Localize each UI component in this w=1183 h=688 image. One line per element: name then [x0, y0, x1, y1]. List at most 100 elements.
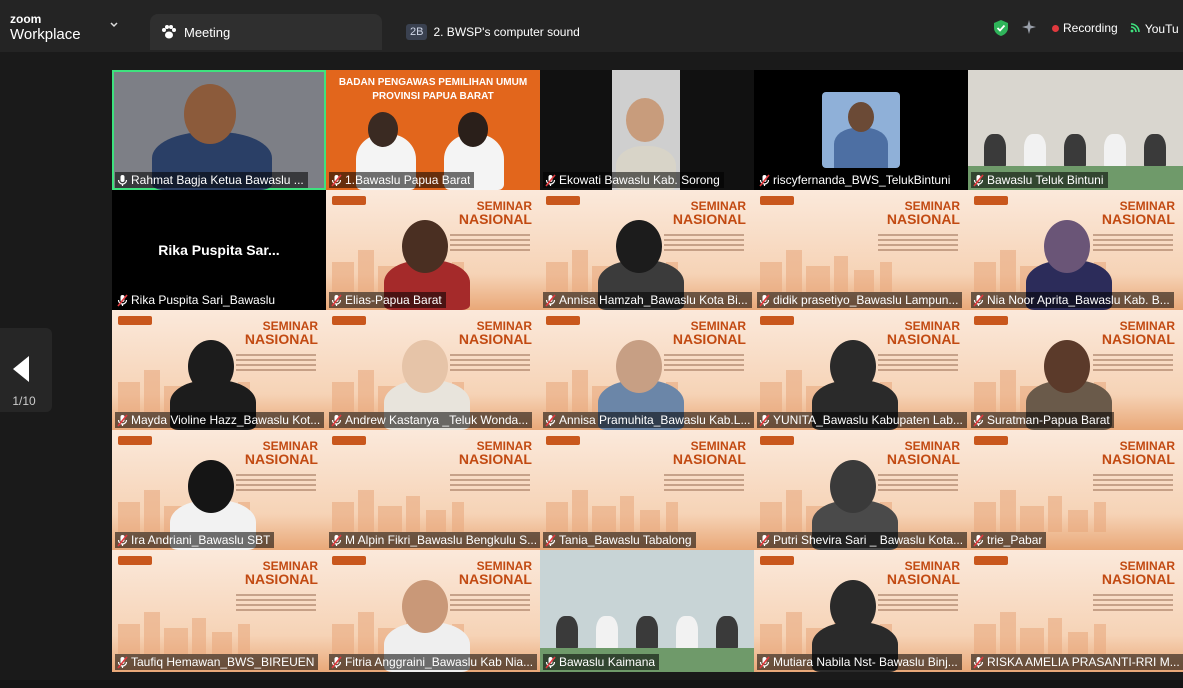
- bawaslu-logo: [546, 316, 580, 325]
- participant-name: Annisa Hamzah_Bawaslu Kota Bi...: [559, 293, 748, 307]
- seminar-title: SEMINAR NASIONAL: [673, 320, 746, 346]
- participant-tile[interactable]: riscyfernanda_BWS_TelukBintuni: [754, 70, 968, 190]
- participant-tile[interactable]: SEMINAR NASIONAL Annisa Pramuhita_Bawaslu …: [540, 310, 754, 430]
- participant-name-label: Nia Noor Aprita_Bawaslu Kab. B...: [971, 292, 1174, 308]
- participant-name-label: YUNITA_Bawaslu Kabupaten Lab...: [757, 412, 967, 428]
- participant-tile[interactable]: SEMINAR NASIONAL YUNITA_Bawaslu Kabupaten …: [754, 310, 968, 430]
- previous-page-button[interactable]: 1/10: [0, 328, 52, 412]
- participant-head: [830, 460, 876, 513]
- seminar-subtitle-lines: [878, 594, 958, 614]
- room-person: [636, 616, 658, 650]
- participant-name: Putri Shevira Sari _ Bawaslu Kota...: [773, 533, 964, 547]
- participant-tile[interactable]: BADAN PENGAWAS PEMILIHAN UMUM PROVINSI P…: [326, 70, 540, 190]
- bawaslu-logo: [974, 556, 1008, 565]
- seminar-title: SEMINAR NASIONAL: [887, 200, 960, 226]
- participant-tile[interactable]: SEMINAR NASIONAL Suratman-Papua Barat: [968, 310, 1183, 430]
- participant-name: Tania_Bawaslu Tabalong: [559, 533, 692, 547]
- chevron-down-icon[interactable]: [110, 21, 118, 29]
- seminar-title: SEMINAR NASIONAL: [1102, 440, 1175, 466]
- participant-name-label: didik prasetiyo_Bawaslu Lampun...: [757, 292, 963, 308]
- arrow-left-icon: [13, 356, 29, 382]
- seminar-subtitle-lines: [1093, 474, 1173, 494]
- participant-tile[interactable]: SEMINAR NASIONAL RISKA AMELIA PRASANTI-RRI…: [968, 550, 1183, 672]
- sparkle-icon[interactable]: [1020, 18, 1038, 39]
- participant-tile[interactable]: SEMINAR NASIONAL Elias-Papua Barat: [326, 190, 540, 310]
- seminar-title: SEMINAR NASIONAL: [1102, 200, 1175, 226]
- bawaslu-logo: [118, 436, 152, 445]
- participant-tile[interactable]: SEMINAR NASIONAL Putri Shevira Sari _ Bawa…: [754, 430, 968, 550]
- participant-tile[interactable]: SEMINAR NASIONAL Mayda Violine Hazz_Bawasl…: [112, 310, 326, 430]
- mic-icon: [117, 174, 128, 186]
- seminar-title-line2: NASIONAL: [1101, 451, 1175, 467]
- mic-muted-icon: [545, 533, 556, 547]
- seminar-title: SEMINAR NASIONAL: [459, 440, 532, 466]
- seminar-subtitle-lines: [450, 234, 530, 254]
- mic-muted-icon: [545, 655, 556, 669]
- participant-tile[interactable]: Ekowati Bawaslu Kab. Sorong: [540, 70, 754, 190]
- participant-tile[interactable]: SEMINAR NASIONAL Ira Andriani_Bawaslu SBT: [112, 430, 326, 550]
- shield-check-icon[interactable]: [990, 17, 1012, 39]
- participant-tile[interactable]: Rika Puspita Sar... Rika Puspita Sari_Baw…: [112, 190, 326, 310]
- participant-tile[interactable]: SEMINAR NASIONAL Taufiq Hemawan_BWS_BIREUE…: [112, 550, 326, 672]
- participant-tile[interactable]: Rahmat Bagja Ketua Bawaslu ...: [112, 70, 326, 190]
- participant-name: Suratman-Papua Barat: [987, 413, 1110, 427]
- seminar-title-line2: NASIONAL: [886, 211, 960, 227]
- mic-muted-icon: [759, 293, 770, 307]
- participant-name-label: Ekowati Bawaslu Kab. Sorong: [543, 172, 724, 188]
- youtube-label: YouTu: [1144, 21, 1179, 36]
- participant-tile[interactable]: SEMINAR NASIONAL M Alpin Fikri_Bawaslu Ben…: [326, 430, 540, 550]
- seminar-title: SEMINAR NASIONAL: [1102, 560, 1175, 586]
- mic-muted-icon: [331, 293, 342, 307]
- participant-name: Rahmat Bagja Ketua Bawaslu ...: [131, 173, 304, 187]
- participant-head: [402, 220, 448, 273]
- participant-tile[interactable]: SEMINAR NASIONAL Fitria Anggraini_Bawaslu …: [326, 550, 540, 672]
- mic-muted-icon: [545, 413, 556, 427]
- participant-tile[interactable]: SEMINAR NASIONAL Nia Noor Aprita_Bawaslu K…: [968, 190, 1183, 310]
- participant-name-label: trie_Pabar: [971, 532, 1047, 548]
- seminar-subtitle-lines: [1093, 234, 1173, 254]
- participant-name: Nia Noor Aprita_Bawaslu Kab. B...: [987, 293, 1170, 307]
- participant-name: Annisa Pramuhita_Bawaslu Kab.L...: [559, 413, 751, 427]
- seminar-subtitle-lines: [878, 234, 958, 254]
- tab-computer-sound[interactable]: 2B 2. BWSP's computer sound: [406, 22, 580, 42]
- seminar-title-line2: NASIONAL: [1101, 571, 1175, 587]
- bawaslu-logo: [974, 196, 1008, 205]
- youtube-stream-indicator[interactable]: YouTu: [1130, 21, 1179, 36]
- participant-name: Ira Andriani_Bawaslu SBT: [131, 533, 271, 547]
- room-person: [984, 134, 1006, 168]
- recording-indicator[interactable]: Recording: [1052, 21, 1118, 35]
- mic-muted-icon: [117, 293, 128, 307]
- participant-tile[interactable]: Bawaslu Kaimana: [540, 550, 754, 672]
- participant-tile[interactable]: SEMINAR NASIONAL didik prasetiyo_Bawaslu L…: [754, 190, 968, 310]
- seminar-subtitle-lines: [664, 474, 744, 494]
- mic-muted-icon: [973, 173, 984, 187]
- tab-meeting[interactable]: Meeting: [150, 14, 382, 50]
- participant-tile[interactable]: SEMINAR NASIONAL trie_Pabar: [968, 430, 1183, 550]
- participant-tile[interactable]: Bawaslu Teluk Bintuni: [968, 70, 1183, 190]
- participant-tile[interactable]: SEMINAR NASIONAL Andrew Kastanya _Teluk Wo…: [326, 310, 540, 430]
- mic-muted-icon: [759, 173, 770, 187]
- room-person: [1104, 134, 1126, 168]
- participant-name-label: Ira Andriani_Bawaslu SBT: [115, 532, 275, 548]
- participant-tile[interactable]: SEMINAR NASIONAL Tania_Bawaslu Tabalong: [540, 430, 754, 550]
- participant-name: trie_Pabar: [987, 533, 1043, 547]
- seminar-title-line2: NASIONAL: [886, 331, 960, 347]
- participant-name-label: riscyfernanda_BWS_TelukBintuni: [757, 172, 955, 188]
- bawaslu-logo: [760, 556, 794, 565]
- participant-tile[interactable]: SEMINAR NASIONAL Mutiara Nabila Nst- Bawas…: [754, 550, 968, 672]
- participant-name: Taufiq Hemawan_BWS_BIREUEN: [131, 655, 315, 669]
- bawaslu-logo: [760, 436, 794, 445]
- tab-computer-sound-label: 2. BWSP's computer sound: [433, 25, 580, 39]
- mic-muted-icon: [117, 655, 128, 669]
- seminar-title-line2: NASIONAL: [886, 571, 960, 587]
- participant-name: Mayda Violine Hazz_Bawaslu Kot...: [131, 413, 321, 427]
- participant-tile[interactable]: SEMINAR NASIONAL Annisa Hamzah_Bawaslu Kot…: [540, 190, 754, 310]
- seminar-subtitle-lines: [1093, 594, 1173, 614]
- bawaslu-logo: [332, 436, 366, 445]
- seminar-title-line2: NASIONAL: [458, 211, 532, 227]
- participant-name-label: Andrew Kastanya _Teluk Wonda...: [329, 412, 533, 428]
- mic-muted-icon: [759, 413, 770, 427]
- participant-head: [402, 340, 448, 393]
- mic-muted-icon: [759, 655, 770, 669]
- participant-name-label: Rika Puspita Sari_Bawaslu: [115, 292, 280, 308]
